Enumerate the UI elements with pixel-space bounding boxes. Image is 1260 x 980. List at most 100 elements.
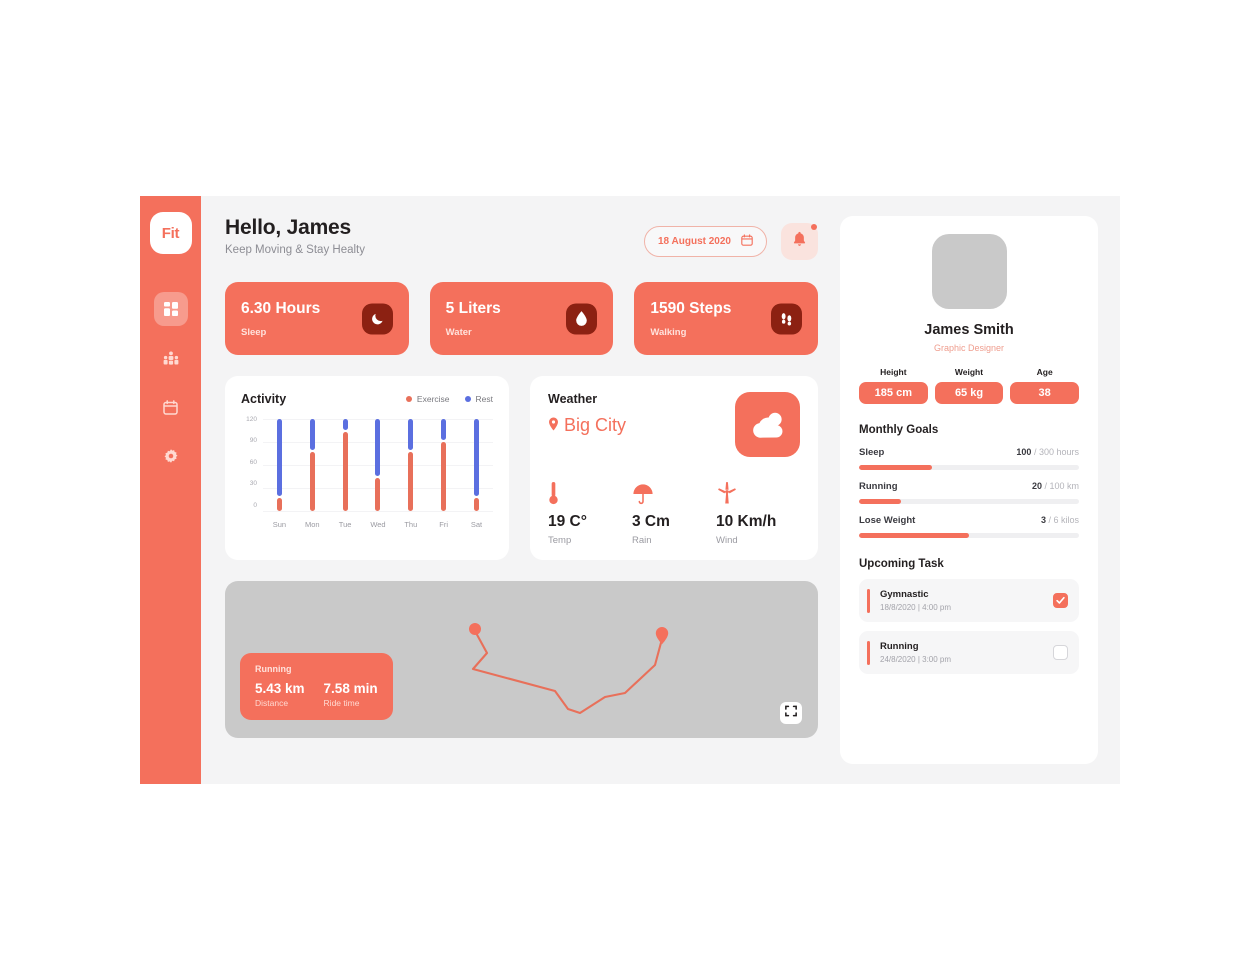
chart-bar-rest bbox=[408, 419, 414, 450]
goal-fill bbox=[859, 465, 932, 470]
task-name: Running bbox=[880, 641, 919, 652]
weather-metrics: 19 C° Temp 3 Cm Rain 10 Km/h Wind bbox=[548, 479, 800, 546]
vital-label: Age bbox=[1036, 367, 1053, 377]
task-checkbox[interactable] bbox=[1053, 645, 1068, 660]
chart-plot-area: Sun Mon Tue Wed Thu Fri Sat bbox=[263, 419, 493, 531]
goal-progress-text: 100 / 300 hours bbox=[1016, 447, 1079, 457]
chart-bar-column bbox=[309, 419, 315, 511]
chart-y-tick: 30 bbox=[249, 480, 257, 488]
page-title: Hello, James bbox=[225, 216, 351, 239]
page-subtitle: Keep Moving & Stay Healty bbox=[225, 244, 365, 256]
main-content: Hello, James Keep Moving & Stay Healty 1… bbox=[201, 196, 840, 784]
notification-badge bbox=[811, 224, 817, 230]
thermometer-icon bbox=[548, 479, 632, 505]
run-distance: 5.43 km Distance bbox=[255, 681, 305, 708]
chart-x-tick: Tue bbox=[338, 520, 352, 529]
chart-bar-column bbox=[441, 419, 447, 511]
chart-y-tick: 90 bbox=[249, 437, 257, 445]
run-time: 7.58 min Ride time bbox=[324, 681, 378, 708]
app-logo[interactable]: Fit bbox=[149, 212, 192, 254]
chart-bar-column bbox=[473, 419, 479, 511]
notifications-button[interactable] bbox=[781, 223, 818, 260]
profile-name: James Smith bbox=[924, 322, 1014, 338]
goal-track bbox=[859, 533, 1079, 538]
monthly-goals-title: Monthly Goals bbox=[859, 424, 939, 436]
goal-current: 20 bbox=[1031, 481, 1042, 491]
weather-title: Weather bbox=[548, 392, 598, 406]
people-icon bbox=[163, 351, 179, 366]
chart-bar-column bbox=[375, 419, 381, 511]
chart-x-tick: Thu bbox=[404, 520, 418, 529]
stat-card-water[interactable]: 5 Liters Water bbox=[429, 282, 614, 355]
chart-bar-rest bbox=[309, 419, 315, 450]
vital-label: Weight bbox=[954, 367, 984, 377]
stat-cards-row: 6.30 Hours Sleep 5 Liters Water 1590 Ste… bbox=[225, 282, 819, 355]
vital-age: Age 38 bbox=[1010, 367, 1080, 404]
task-checkbox[interactable] bbox=[1053, 593, 1068, 608]
goal-target: / 300 hours bbox=[1033, 447, 1079, 457]
activity-title: Activity bbox=[241, 392, 287, 406]
chart-bar-rest bbox=[276, 419, 282, 496]
chart-bar-exercise bbox=[441, 442, 447, 511]
profile-panel: James Smith Graphic Designer Height 185 … bbox=[840, 216, 1098, 764]
run-stats: 5.43 km Distance 7.58 min Ride time bbox=[255, 681, 378, 708]
goal-name: Sleep bbox=[859, 447, 885, 458]
legend-item-exercise: Exercise bbox=[405, 394, 450, 404]
task-item[interactable]: Gymnastic 18/8/2020 | 4:00 pm bbox=[859, 579, 1079, 622]
chart-x-tick: Sun bbox=[272, 520, 287, 529]
weather-metric-value: 19 C° bbox=[548, 513, 587, 530]
chart-bar-exercise bbox=[375, 478, 381, 511]
chart-bar-column bbox=[342, 419, 348, 511]
goal-fill bbox=[859, 533, 969, 538]
fullscreen-button[interactable] bbox=[780, 702, 802, 724]
mid-row: Activity Exercise Rest 120 90 60 30 0 Su… bbox=[225, 376, 818, 560]
goal-target: / 100 km bbox=[1044, 481, 1079, 491]
activity-card: Activity Exercise Rest 120 90 60 30 0 Su… bbox=[225, 376, 509, 560]
goal-item: Lose Weight 3 / 6 kilos bbox=[859, 515, 1079, 538]
activity-chart: 120 90 60 30 0 Sun Mon Tue Wed Thu Fri Sat bbox=[241, 416, 493, 531]
upcoming-task-title: Upcoming Task bbox=[859, 558, 944, 570]
sidebar-item-community[interactable] bbox=[154, 341, 188, 375]
chart-bar-exercise bbox=[276, 497, 282, 511]
run-activity-title: Running bbox=[255, 664, 292, 674]
legend-item-rest: Rest bbox=[464, 394, 493, 404]
vital-value: 38 bbox=[1010, 382, 1080, 404]
sidebar-item-dashboard[interactable] bbox=[153, 292, 188, 326]
top-bar: Hello, James Keep Moving & Stay Healty 1… bbox=[225, 216, 818, 260]
gear-icon bbox=[163, 448, 179, 464]
chart-bar-exercise bbox=[309, 451, 315, 511]
run-distance-value: 5.43 km bbox=[255, 681, 305, 696]
stat-card-walking[interactable]: 1590 Steps Walking bbox=[634, 282, 819, 355]
chart-bar-exercise bbox=[408, 451, 414, 511]
goal-progress-text: 3 / 6 kilos bbox=[1041, 515, 1079, 525]
route-map-card[interactable]: Running 5.43 km Distance 7.58 min Ride t… bbox=[225, 581, 818, 738]
run-distance-label: Distance bbox=[255, 698, 289, 708]
weather-metric-value: 10 Km/h bbox=[716, 513, 777, 530]
weather-metric-rain: 3 Cm Rain bbox=[632, 479, 716, 546]
bell-icon bbox=[792, 231, 807, 252]
task-item[interactable]: Running 24/8/2020 | 3:00 pm bbox=[859, 631, 1079, 674]
date-picker[interactable]: 18 August 2020 bbox=[644, 226, 767, 257]
weather-metric-label: Wind bbox=[716, 535, 738, 546]
weather-city-name: Big City bbox=[564, 415, 627, 435]
app-logo-text: Fit bbox=[161, 224, 180, 242]
route-end-pin bbox=[655, 627, 669, 645]
date-picker-value: 18 August 2020 bbox=[658, 236, 731, 247]
chart-x-tick: Sat bbox=[470, 520, 483, 529]
sidebar-item-calendar[interactable] bbox=[154, 390, 188, 424]
weather-heading-block: Weather Big City bbox=[548, 392, 626, 436]
goal-fill bbox=[859, 499, 901, 504]
chart-bar-column bbox=[408, 419, 414, 511]
task-text: Gymnastic 18/8/2020 | 4:00 pm bbox=[870, 589, 1053, 612]
weather-city: Big City bbox=[548, 415, 626, 436]
weather-header: Weather Big City bbox=[548, 392, 800, 457]
task-time: 18/8/2020 | 4:00 pm bbox=[880, 603, 952, 612]
stat-card-sleep[interactable]: 6.30 Hours Sleep bbox=[225, 282, 409, 355]
upcoming-task-list: Gymnastic 18/8/2020 | 4:00 pm Running 24/8/… bbox=[859, 579, 1079, 674]
run-summary-pill: Running 5.43 km Distance 7.58 min Ride t… bbox=[240, 653, 393, 720]
legend-label: Exercise bbox=[416, 394, 450, 404]
sidebar-item-settings[interactable] bbox=[154, 439, 188, 473]
weather-metric-temp: 19 C° Temp bbox=[548, 479, 632, 546]
left-sidebar: Fit bbox=[140, 196, 201, 784]
chart-legend: Exercise Rest bbox=[405, 394, 493, 404]
